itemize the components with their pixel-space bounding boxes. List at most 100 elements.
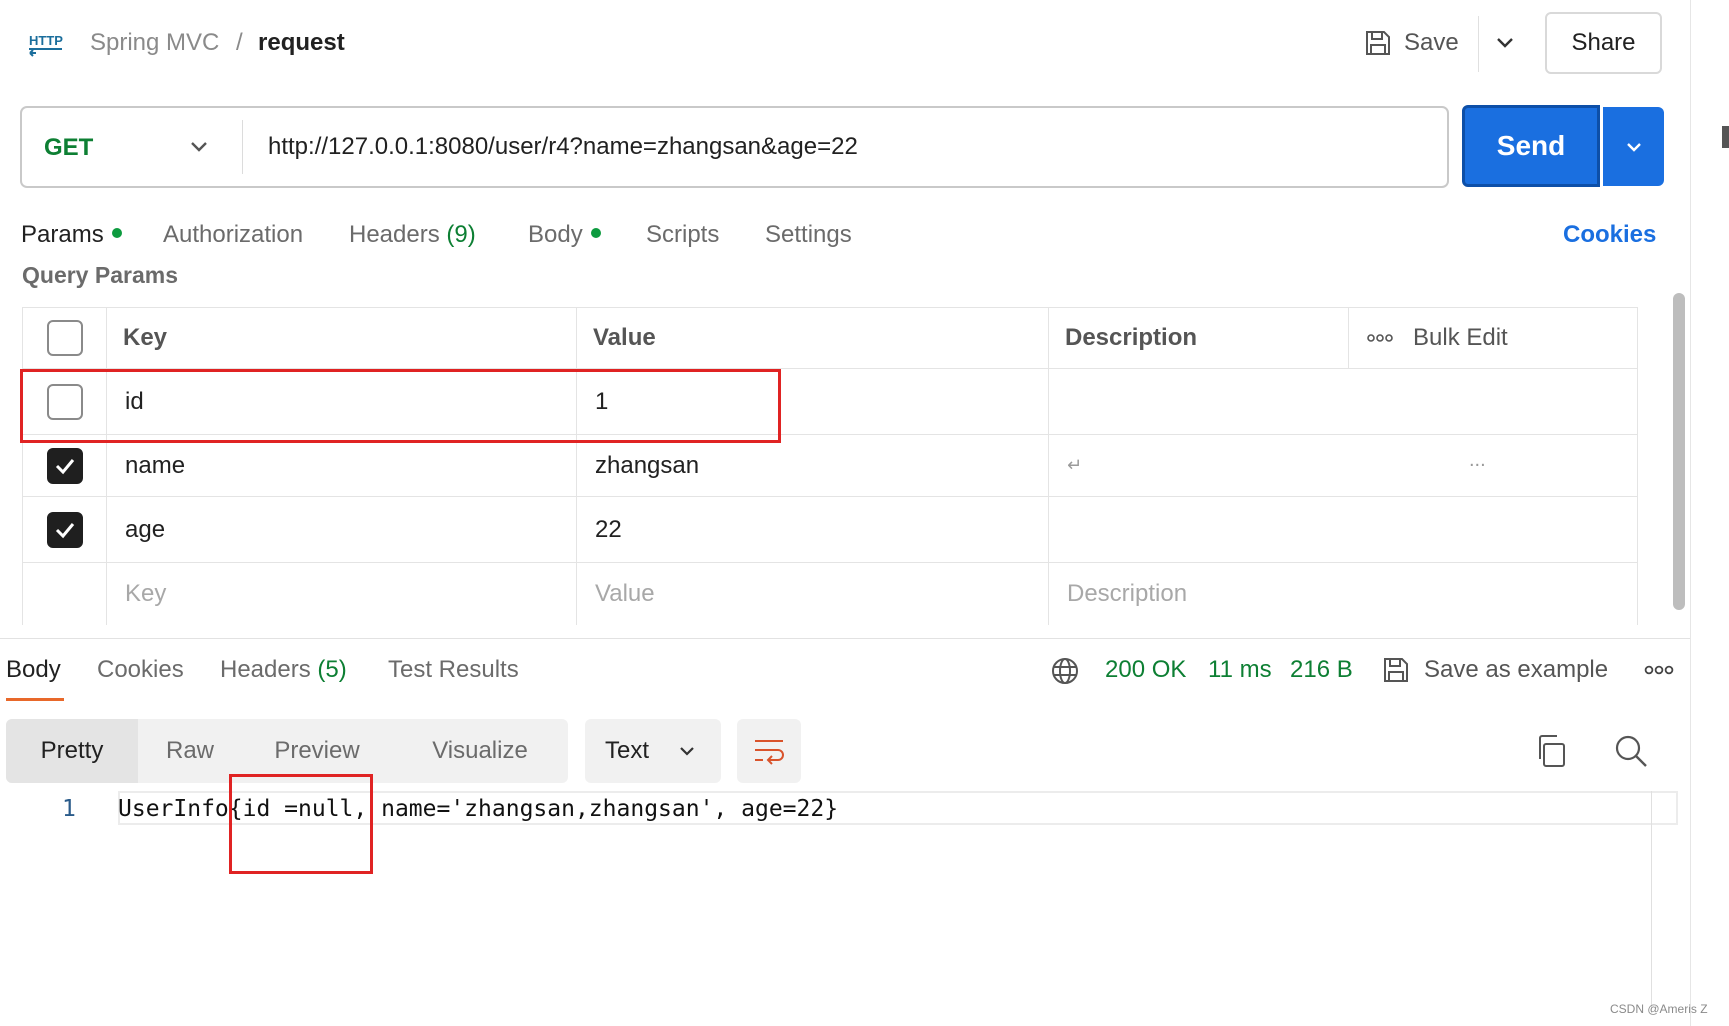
param-value[interactable]: 22	[576, 497, 1048, 562]
breadcrumb-separator: /	[236, 29, 243, 56]
tab-authorization[interactable]: Authorization	[163, 218, 303, 252]
watermark: CSDN @Ameris Z	[1610, 1002, 1708, 1016]
response-divider	[0, 638, 1690, 639]
response-body-text[interactable]: UserInfo{id =null, name='zhangsan,zhangs…	[118, 793, 838, 825]
newline-glyph: ↵	[1067, 455, 1083, 475]
view-pretty-button[interactable]: Pretty	[6, 719, 138, 783]
response-tab-test-results[interactable]: Test Results	[388, 653, 519, 687]
right-panel-divider	[1690, 0, 1691, 1026]
search-icon[interactable]	[1614, 734, 1648, 768]
tab-headers[interactable]: Headers (9)	[349, 218, 476, 252]
share-button[interactable]: Share	[1545, 12, 1662, 74]
cookies-link[interactable]: Cookies	[1563, 218, 1656, 252]
tab-params[interactable]: Params	[21, 218, 122, 252]
copy-icon[interactable]	[1535, 734, 1567, 768]
chevron-down-icon	[1626, 142, 1641, 152]
table-row-new: Key Value Description	[22, 563, 1638, 625]
response-tab-body[interactable]: Body	[6, 653, 61, 687]
http-icon: HTTP	[29, 33, 63, 57]
chevron-down-icon	[680, 747, 694, 756]
column-header-key: Key	[106, 308, 576, 368]
breadcrumb-collection[interactable]: Spring MVC	[90, 26, 219, 60]
line-number: 1	[62, 796, 76, 822]
save-icon	[1366, 31, 1390, 55]
status-code[interactable]: 200 OK	[1105, 653, 1186, 687]
chevron-down-icon[interactable]	[1490, 28, 1520, 58]
row-checkbox-cell	[22, 435, 106, 496]
tab-headers-count: (9)	[446, 221, 476, 248]
row-ellipsis[interactable]: ...	[1469, 449, 1486, 472]
view-visualize-button[interactable]: Visualize	[392, 719, 568, 783]
response-time[interactable]: 11 ms	[1208, 653, 1272, 687]
method-select[interactable]: GET	[44, 128, 93, 168]
param-description[interactable]: ↵ ...	[1048, 435, 1638, 496]
select-all-checkbox[interactable]	[46, 320, 83, 356]
send-button[interactable]: Send	[1462, 105, 1600, 187]
row-checkbox-cell	[22, 563, 106, 625]
save-as-example-button[interactable]: Save as example	[1382, 653, 1608, 687]
query-params-title: Query Params	[22, 262, 178, 288]
highlight-box-id-null	[229, 774, 373, 874]
param-value[interactable]: zhangsan	[576, 435, 1048, 496]
tab-body-label: Body	[528, 221, 583, 248]
chevron-down-icon[interactable]	[184, 132, 214, 162]
code-editor-divider	[1651, 791, 1652, 1013]
new-description-input[interactable]: Description	[1048, 563, 1638, 625]
column-header-description: Description	[1048, 308, 1348, 368]
body-indicator-dot	[590, 227, 601, 238]
more-options-icon[interactable]	[1644, 662, 1674, 678]
wrap-lines-icon	[755, 740, 784, 765]
view-raw-button[interactable]: Raw	[138, 719, 242, 783]
row-checkbox-cell	[22, 497, 106, 562]
param-key[interactable]: name	[106, 435, 576, 496]
tab-scripts[interactable]: Scripts	[646, 218, 719, 252]
response-headers-count: (5)	[317, 656, 347, 683]
tab-headers-label: Headers	[349, 221, 440, 248]
save-as-example-label: Save as example	[1424, 656, 1609, 683]
table-row: age 22	[22, 497, 1638, 563]
param-description[interactable]	[1048, 369, 1638, 434]
format-select[interactable]: Text	[585, 719, 721, 783]
key-header: Key	[123, 324, 168, 351]
column-header-value: Value	[576, 308, 1048, 368]
row-checkbox[interactable]	[46, 447, 83, 484]
http-icon-label: HTTP	[29, 33, 63, 48]
url-divider	[242, 120, 243, 174]
url-input[interactable]	[268, 126, 1428, 168]
response-headers-label: Headers	[220, 656, 311, 683]
tab-params-label: Params	[21, 221, 104, 248]
save-label: Save	[1404, 29, 1459, 56]
checkmark-icon	[55, 522, 74, 538]
save-button[interactable]: Save	[1364, 22, 1459, 64]
params-indicator-dot	[111, 227, 122, 238]
more-options-icon[interactable]	[1367, 333, 1393, 343]
param-key[interactable]: age	[106, 497, 576, 562]
response-tab-headers[interactable]: Headers (5)	[220, 653, 347, 687]
response-size[interactable]: 216 B	[1290, 653, 1353, 687]
checkmark-icon	[55, 458, 74, 474]
globe-icon[interactable]	[1050, 656, 1080, 686]
bulk-edit-link[interactable]: Bulk Edit	[1413, 324, 1508, 352]
new-value-input[interactable]: Value	[576, 563, 1048, 625]
active-tab-underline	[6, 698, 64, 701]
table-row: name zhangsan ↵ ...	[22, 435, 1638, 497]
row-checkbox[interactable]	[46, 511, 83, 548]
tab-body[interactable]: Body	[528, 218, 601, 252]
params-scrollbar[interactable]	[1673, 293, 1685, 610]
wrap-lines-button[interactable]	[737, 719, 801, 783]
new-key-input[interactable]: Key	[106, 563, 576, 625]
param-description[interactable]	[1048, 497, 1638, 562]
bulk-edit-cell: Bulk Edit	[1348, 308, 1638, 368]
description-header: Description	[1065, 324, 1198, 351]
response-tab-cookies[interactable]: Cookies	[97, 653, 184, 687]
format-label: Text	[605, 737, 650, 764]
request-title[interactable]: request	[258, 26, 345, 60]
table-header-row: Key Value Description Bulk Edit	[22, 307, 1638, 369]
save-divider	[1478, 16, 1479, 72]
tab-settings[interactable]: Settings	[765, 218, 852, 252]
right-edge-marker	[1722, 126, 1729, 148]
select-all-cell	[22, 308, 106, 368]
highlight-box-id-row	[20, 369, 781, 443]
save-icon	[1384, 658, 1408, 682]
send-options-button[interactable]	[1603, 107, 1664, 186]
